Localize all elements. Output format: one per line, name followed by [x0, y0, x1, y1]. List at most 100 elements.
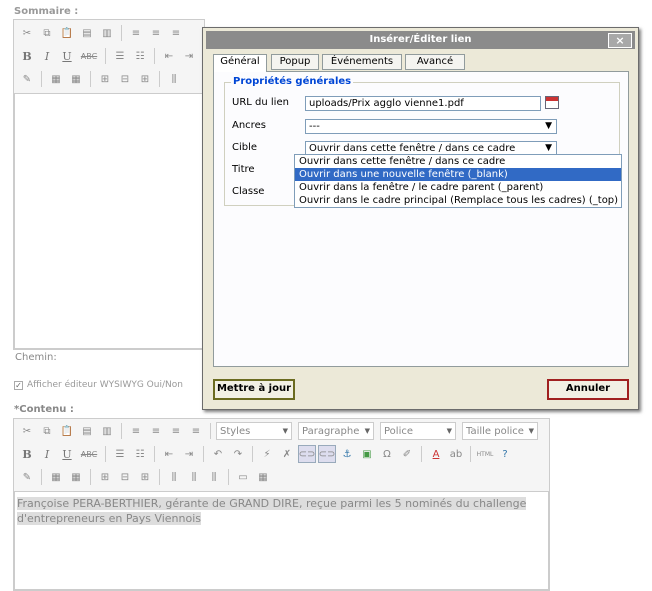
tab-panel-general: Propriétés générales URL du lien uploads…: [213, 71, 629, 367]
bold-icon[interactable]: B: [18, 445, 36, 463]
separator: [121, 423, 122, 439]
copy-icon[interactable]: ⧉: [38, 422, 56, 440]
table-icon[interactable]: ▦: [47, 70, 65, 88]
align-left-icon[interactable]: ≡: [127, 24, 145, 42]
format-select[interactable]: Paragraphe ▼: [298, 422, 374, 440]
hr-icon[interactable]: ▭: [234, 468, 252, 486]
image-icon[interactable]: ▣: [358, 445, 376, 463]
target-option[interactable]: Ouvrir dans la fenêtre / le cadre parent…: [295, 181, 621, 194]
separator: [41, 469, 42, 485]
title-label: Titre: [232, 164, 255, 175]
link-active-icon[interactable]: ⊂⊃: [318, 445, 336, 463]
dialog-title: Insérer/Éditer lien: [369, 34, 472, 45]
link-icon[interactable]: ⊂⊃: [298, 445, 316, 463]
grid-icon[interactable]: ▦: [254, 468, 272, 486]
strikethrough-icon[interactable]: ABC: [78, 47, 100, 65]
paste-icon[interactable]: 📋: [58, 422, 76, 440]
update-button[interactable]: Mettre à jour: [213, 379, 295, 400]
tab-general[interactable]: Général: [213, 54, 267, 72]
insert-link-icon[interactable]: ⚡: [258, 445, 276, 463]
table-icon[interactable]: ▦: [47, 468, 65, 486]
split-icon[interactable]: ⫼: [205, 468, 223, 486]
bullet-list-icon[interactable]: ☰: [111, 445, 129, 463]
browse-icon[interactable]: [545, 96, 559, 109]
cancel-button[interactable]: Annuler: [547, 379, 629, 400]
tab-advanced[interactable]: Avancé: [405, 54, 465, 70]
copy-icon[interactable]: ⧉: [38, 24, 56, 42]
cut-icon[interactable]: ✂: [18, 422, 36, 440]
close-button[interactable]: ×: [608, 33, 632, 48]
target-option[interactable]: Ouvrir dans cette fenêtre / dans ce cadr…: [295, 155, 621, 168]
styles-select[interactable]: Styles ▼: [216, 422, 292, 440]
anchors-select[interactable]: --- ▼: [305, 119, 557, 134]
underline-icon[interactable]: U: [58, 445, 76, 463]
row-insert-icon[interactable]: ⊞: [96, 468, 114, 486]
text-color-icon[interactable]: A: [427, 445, 445, 463]
align-justify-icon[interactable]: ≡: [187, 422, 205, 440]
path-label: Chemin:: [15, 352, 57, 363]
special-char-icon[interactable]: Ω: [378, 445, 396, 463]
help-icon[interactable]: ?: [496, 445, 514, 463]
chevron-down-icon: ▼: [364, 427, 370, 435]
paste-word-icon[interactable]: ▥: [98, 24, 116, 42]
col-icon[interactable]: ⫼: [165, 70, 183, 88]
align-center-icon[interactable]: ≡: [147, 422, 165, 440]
col-insert-icon[interactable]: ⊞: [136, 70, 154, 88]
url-input[interactable]: uploads/Prix agglo vienne1.pdf: [305, 96, 541, 111]
align-right-icon[interactable]: ≡: [167, 422, 185, 440]
contenu-editing-area[interactable]: Françoise PERA-BERTHIER, gérante de GRAN…: [14, 491, 549, 590]
target-option-highlighted[interactable]: Ouvrir dans une nouvelle fenêtre (_blank…: [295, 168, 621, 181]
outdent-icon[interactable]: ⇤: [160, 47, 178, 65]
wysiwyg-toggle-label: Afficher éditeur WYSIWYG Oui/Non: [27, 380, 183, 390]
cut-icon[interactable]: ✂: [18, 24, 36, 42]
font-select[interactable]: Police ▼: [380, 422, 456, 440]
wysiwyg-checkbox[interactable]: ✓: [14, 380, 23, 390]
indent-icon[interactable]: ⇥: [180, 47, 198, 65]
unlink-icon[interactable]: ✗: [278, 445, 296, 463]
anchor-icon[interactable]: ⚓: [338, 445, 356, 463]
col-icon[interactable]: ⫼: [165, 468, 183, 486]
tab-events[interactable]: Événements: [322, 54, 402, 70]
row-delete-icon[interactable]: ⊟: [116, 468, 134, 486]
row-insert-icon[interactable]: ⊞: [96, 70, 114, 88]
table-props-icon[interactable]: ▦: [67, 468, 85, 486]
align-left-icon[interactable]: ≡: [127, 422, 145, 440]
underline-icon[interactable]: U: [58, 47, 76, 65]
highlight-color-icon[interactable]: ab: [447, 445, 465, 463]
html-icon[interactable]: HTML: [476, 445, 494, 463]
separator: [421, 446, 422, 462]
edit-icon[interactable]: ✎: [18, 70, 36, 88]
italic-icon[interactable]: I: [38, 445, 56, 463]
edit-icon[interactable]: ✎: [18, 468, 36, 486]
paste-word-icon[interactable]: ▥: [98, 422, 116, 440]
sommaire-editing-area[interactable]: [14, 93, 204, 349]
merge-icon[interactable]: ⫼: [185, 468, 203, 486]
numbered-list-icon[interactable]: ☷: [131, 445, 149, 463]
strikethrough-icon[interactable]: ABC: [78, 445, 100, 463]
separator: [154, 446, 155, 462]
bold-icon[interactable]: B: [18, 47, 36, 65]
paste-text-icon[interactable]: ▤: [78, 24, 96, 42]
redo-icon[interactable]: ↷: [229, 445, 247, 463]
cleanup-icon[interactable]: ✐: [398, 445, 416, 463]
table-props-icon[interactable]: ▦: [67, 70, 85, 88]
outdent-icon[interactable]: ⇤: [160, 445, 178, 463]
align-right-icon[interactable]: ≡: [167, 24, 185, 42]
class-label: Classe: [232, 186, 265, 197]
paste-icon[interactable]: 📋: [58, 24, 76, 42]
target-option[interactable]: Ouvrir dans le cadre principal (Remplace…: [295, 194, 621, 207]
indent-icon[interactable]: ⇥: [180, 445, 198, 463]
col-insert-icon[interactable]: ⊞: [136, 468, 154, 486]
wysiwyg-toggle[interactable]: ✓ Afficher éditeur WYSIWYG Oui/Non: [14, 380, 183, 390]
paste-text-icon[interactable]: ▤: [78, 422, 96, 440]
bullet-list-icon[interactable]: ☰: [111, 47, 129, 65]
contenu-toolbar-row-3: ✎ ▦ ▦ ⊞ ⊟ ⊞ ⫼ ⫼ ⫼ ▭ ▦: [18, 467, 272, 487]
italic-icon[interactable]: I: [38, 47, 56, 65]
undo-icon[interactable]: ↶: [209, 445, 227, 463]
tab-popup[interactable]: Popup: [271, 54, 319, 70]
row-delete-icon[interactable]: ⊟: [116, 70, 134, 88]
numbered-list-icon[interactable]: ☷: [131, 47, 149, 65]
align-center-icon[interactable]: ≡: [147, 24, 165, 42]
size-select[interactable]: Taille police ▼: [462, 422, 538, 440]
separator: [105, 446, 106, 462]
